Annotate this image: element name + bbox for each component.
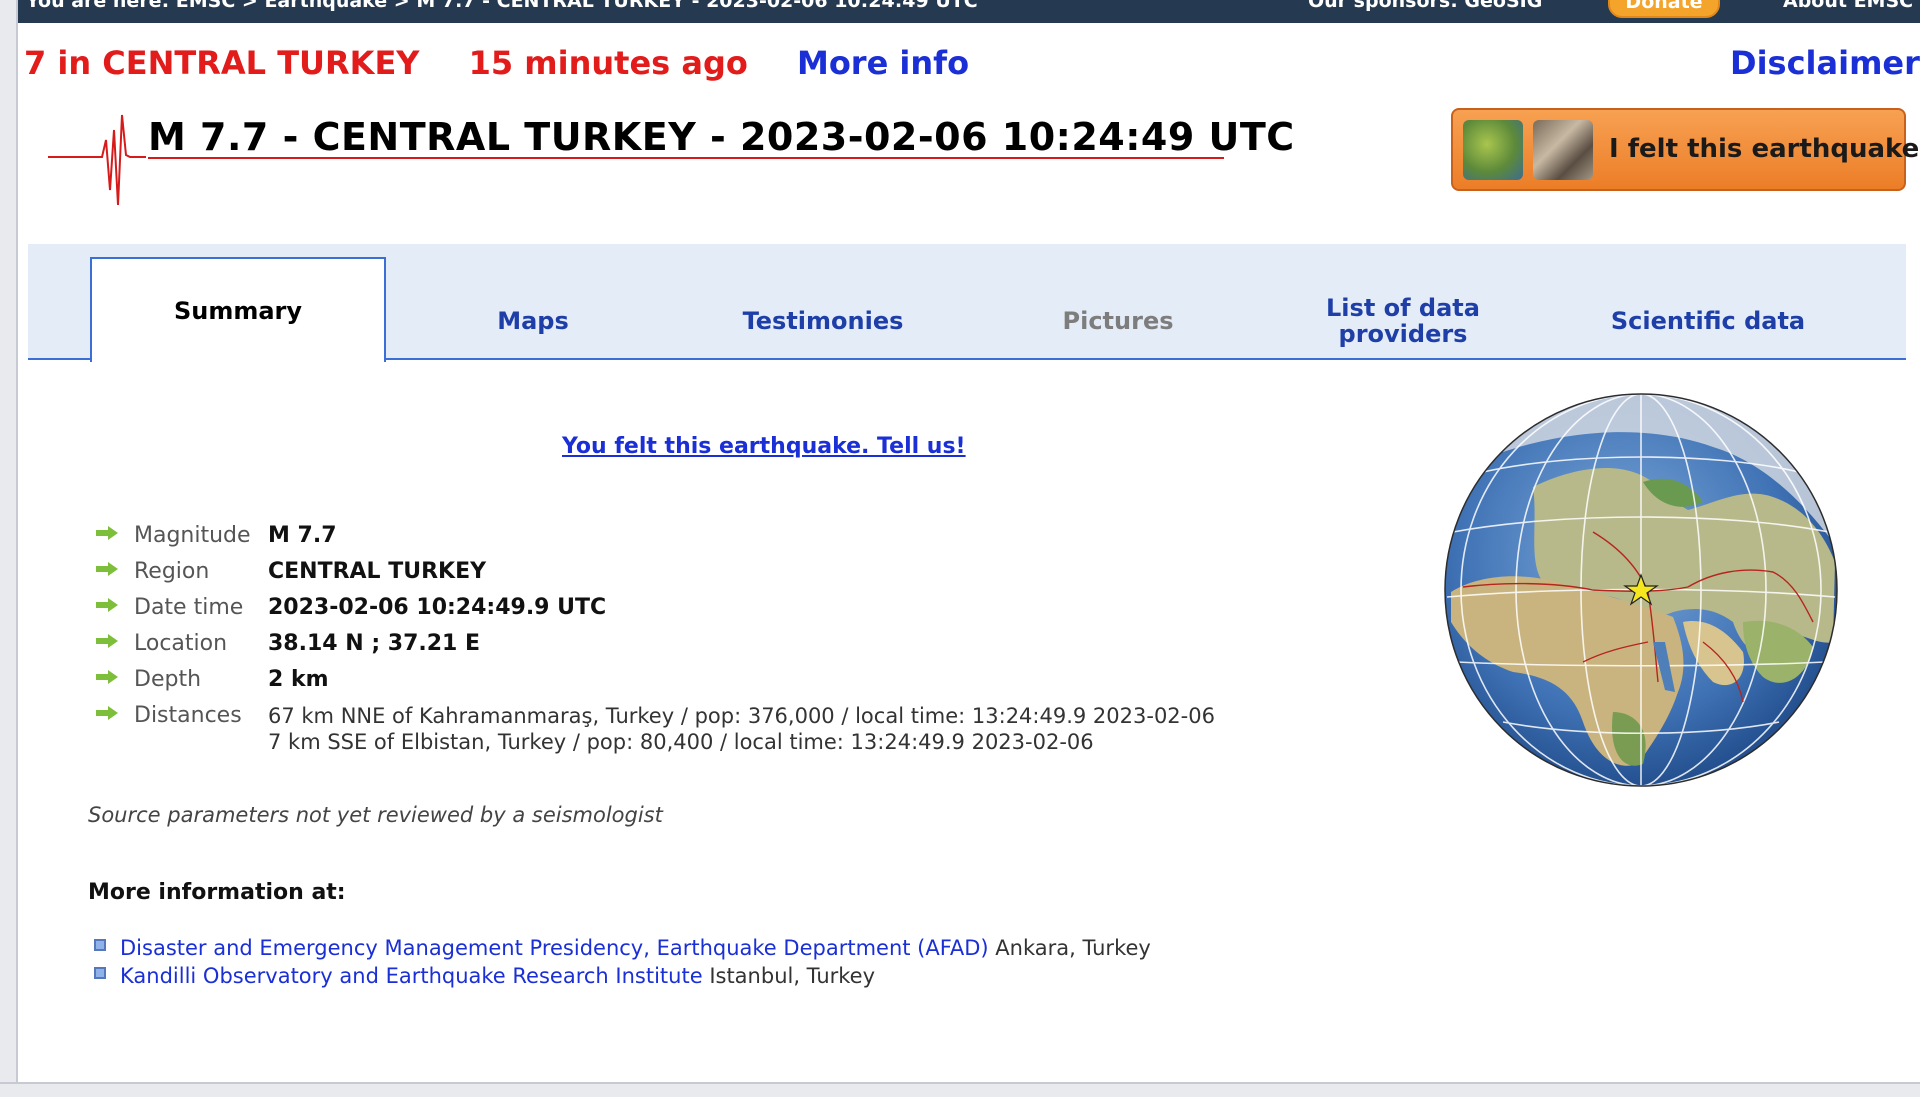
- list-item: Kandilli Observatory and Earthquake Rese…: [94, 962, 1151, 990]
- more-info-heading: More information at:: [88, 880, 346, 905]
- map-thumbnail-icon: [1463, 120, 1523, 180]
- about-link[interactable]: About EMSC: [1783, 0, 1913, 12]
- seismogram-icon: [48, 114, 146, 206]
- arrow-right-icon: [96, 634, 118, 648]
- globe-map[interactable]: [1443, 392, 1839, 788]
- arrow-right-icon: [96, 670, 118, 684]
- arrow-right-icon: [96, 562, 118, 576]
- list-item: Disaster and Emergency Management Presid…: [94, 934, 1151, 962]
- more-info-links: Disaster and Emergency Management Presid…: [94, 934, 1151, 990]
- detail-value: M 7.7: [268, 523, 337, 548]
- distance-line: 67 km NNE of Kahramanmaraş, Turkey / pop…: [268, 704, 1215, 728]
- detail-key: Region: [134, 559, 210, 584]
- sponsors-text: Our sponsors: GeoSIG: [1308, 0, 1543, 12]
- bullet-icon: [94, 939, 106, 951]
- tab-bar: Summary Maps Testimonies Pictures List o…: [28, 244, 1906, 362]
- tab-summary[interactable]: Summary: [90, 257, 386, 362]
- bullet-icon: [94, 967, 106, 979]
- photo-thumbnail-icon: [1533, 120, 1593, 180]
- breadcrumb[interactable]: You are here: EMSC > Earthquake > M 7.7 …: [26, 0, 978, 12]
- title-underline: [148, 157, 1224, 159]
- detail-value: 2 km: [268, 667, 329, 692]
- felt-earthquake-link[interactable]: You felt this earthquake. Tell us!: [562, 434, 966, 459]
- link-place: Istanbul, Turkey: [709, 964, 876, 988]
- detail-value: 38.14 N ; 37.21 E: [268, 631, 481, 656]
- ticker-region: 7 in CENTRAL TURKEY: [24, 44, 420, 82]
- top-navigation-bar: You are here: EMSC > Earthquake > M 7.7 …: [18, 0, 1920, 23]
- review-note: Source parameters not yet reviewed by a …: [88, 803, 663, 827]
- felt-button-label: I felt this earthquake: [1609, 134, 1920, 164]
- tab-testimonies[interactable]: Testimonies: [678, 282, 968, 360]
- tab-pictures[interactable]: Pictures: [973, 282, 1263, 360]
- felt-earthquake-button[interactable]: I felt this earthquake: [1451, 108, 1919, 191]
- donate-button[interactable]: Donate: [1608, 0, 1720, 18]
- arrow-right-icon: [96, 598, 118, 612]
- link-place: Ankara, Turkey: [995, 936, 1151, 960]
- distances-list: 67 km NNE of Kahramanmaraş, Turkey / pop…: [268, 703, 1215, 755]
- news-ticker: 7 in CENTRAL TURKEY 15 minutes ago More …: [24, 44, 969, 82]
- detail-key: Depth: [134, 667, 202, 692]
- more-info-link[interactable]: More info: [797, 44, 969, 82]
- distance-line: 7 km SSE of Elbistan, Turkey / pop: 80,4…: [268, 730, 1094, 754]
- afad-link[interactable]: Disaster and Emergency Management Presid…: [120, 936, 989, 960]
- tab-scientific-data[interactable]: Scientific data: [1558, 282, 1858, 360]
- detail-value: CENTRAL TURKEY: [268, 559, 487, 584]
- detail-key: Distances: [134, 703, 242, 728]
- detail-key: Magnitude: [134, 523, 251, 548]
- page-title: M 7.7 - CENTRAL TURKEY - 2023-02-06 10:2…: [148, 115, 1295, 159]
- detail-key: Location: [134, 631, 228, 656]
- window-bottom-edge: [0, 1082, 1920, 1097]
- kandilli-link[interactable]: Kandilli Observatory and Earthquake Rese…: [120, 964, 703, 988]
- tab-data-providers[interactable]: List of data providers: [1288, 282, 1518, 360]
- detail-key: Date time: [134, 595, 244, 620]
- arrow-right-icon: [96, 526, 118, 540]
- arrow-right-icon: [96, 706, 118, 720]
- ticker-time-ago: 15 minutes ago: [468, 44, 748, 82]
- detail-value: 2023-02-06 10:24:49.9 UTC: [268, 595, 607, 620]
- window-left-edge: [0, 0, 18, 1097]
- disclaimer-link[interactable]: Disclaimer: [1730, 44, 1920, 82]
- tab-maps[interactable]: Maps: [388, 282, 678, 360]
